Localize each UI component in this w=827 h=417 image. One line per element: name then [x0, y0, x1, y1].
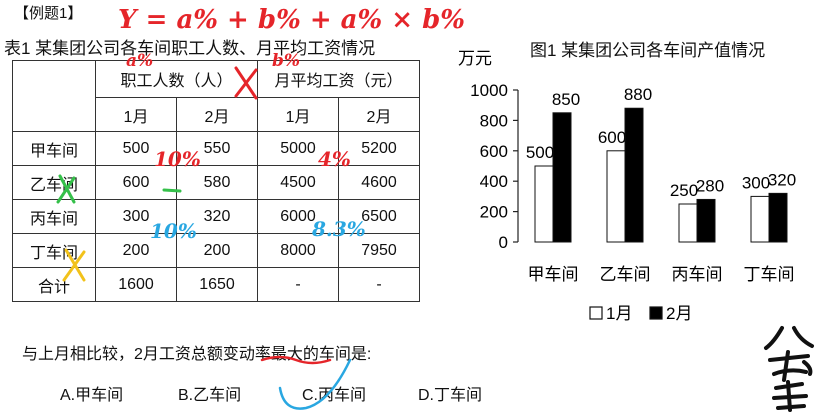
data-label: 320 [768, 170, 796, 189]
bar [534, 165, 554, 243]
legend-label: 1月 [606, 304, 632, 323]
y-tick-label: 1000 [470, 81, 508, 100]
data-label: 280 [696, 176, 724, 195]
bar [750, 195, 770, 243]
calligraphy-logo-icon [764, 326, 814, 412]
legend-swatch [649, 306, 663, 320]
bar [624, 107, 644, 243]
legend-label: 2月 [666, 304, 692, 323]
y-tick-label: 800 [480, 111, 508, 130]
y-tick-label: 400 [480, 172, 508, 191]
data-label: 850 [552, 90, 580, 109]
bar [552, 112, 572, 243]
bar [678, 203, 698, 243]
bar [768, 192, 788, 243]
data-label: 300 [742, 173, 770, 192]
y-tick-label: 200 [480, 203, 508, 222]
x-category-label: 甲车间 [528, 265, 579, 284]
data-label: 600 [598, 128, 626, 147]
bar [696, 198, 716, 243]
data-label: 500 [526, 143, 554, 162]
y-tick-label: 600 [480, 142, 508, 161]
x-category-label: 丙车间 [672, 265, 723, 284]
x-category-label: 乙车间 [600, 265, 651, 284]
data-label: 250 [670, 181, 698, 200]
production-bar-chart: 万元 0 200 400 600 800 1000 500 850 甲车间 600 880 乙车间 250… [458, 49, 796, 323]
y-tick-label: 0 [499, 233, 508, 252]
legend-swatch [589, 306, 603, 320]
data-label: 880 [624, 85, 652, 104]
x-category-label: 丁车间 [744, 265, 795, 284]
bar [606, 150, 626, 243]
y-axis-unit-label: 万元 [458, 49, 492, 68]
